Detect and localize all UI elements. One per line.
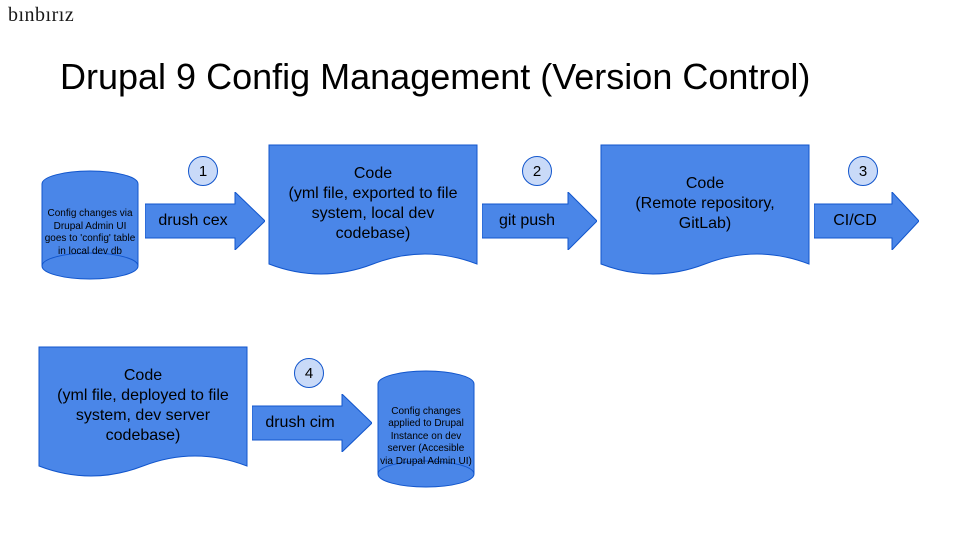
db-cylinder-devserver-label: Config changes applied to Drupal Instanc… [380,394,472,480]
arrow-drush-cim-label: drush cim [255,406,345,440]
brand-logo: bınbırız [8,4,74,27]
step-badge-3: 3 [848,156,878,186]
db-cylinder-local-label: Config changes via Drupal Admin UI goes … [44,194,136,272]
step-badge-4: 4 [294,358,324,388]
page-title: Drupal 9 Config Management (Version Cont… [60,56,810,98]
arrow-drush-cex-label: drush cex [148,204,238,238]
step-badge-2: 2 [522,156,552,186]
arrow-cicd-label: CI/CD [818,204,892,238]
step-badge-1: 1 [188,156,218,186]
arrow-git-push-label: git push [485,204,569,238]
doc-code-remote-label: Code (Remote repository, GitLab) [608,164,802,244]
doc-code-local-label: Code (yml file, exported to file system,… [276,160,470,248]
doc-code-devserver-label: Code (yml file, deployed to file system,… [46,362,240,450]
